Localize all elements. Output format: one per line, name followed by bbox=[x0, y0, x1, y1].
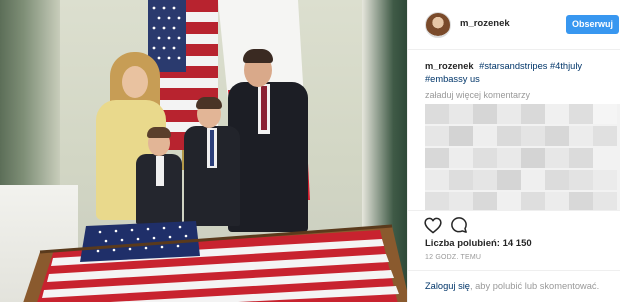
hashtag-link[interactable]: #4thjuly bbox=[550, 61, 582, 71]
load-more-comments-link[interactable]: załaduj więcej komentarzy bbox=[425, 90, 530, 100]
caption-username[interactable]: m_rozenek bbox=[425, 61, 474, 71]
login-prompt-text: , aby polubić lub skomentować. bbox=[469, 281, 600, 291]
follow-button[interactable]: Obserwuj bbox=[566, 15, 619, 34]
post-timestamp[interactable]: 12 GODZ. TEMU bbox=[425, 254, 481, 261]
hashtag-link[interactable]: #starsandstripes bbox=[479, 61, 547, 71]
post-footer: Zaloguj się, aby polubić lub skomentować… bbox=[408, 270, 620, 302]
hashtag-link[interactable]: #embassy us bbox=[425, 74, 480, 84]
comment-icon[interactable] bbox=[450, 216, 468, 234]
login-prompt: Zaloguj się, aby polubić lub skomentować… bbox=[425, 281, 599, 291]
flag-cake-graphic bbox=[23, 221, 407, 302]
post-actions-bar bbox=[408, 210, 620, 238]
post-details-panel: m_rozenek Obserwuj m_rozenek #starsandst… bbox=[407, 0, 620, 302]
post-caption: m_rozenek #starsandstripes #4thjuly #emb… bbox=[425, 60, 615, 86]
heart-icon[interactable] bbox=[424, 217, 442, 234]
blurred-comments-area bbox=[425, 104, 620, 210]
post-header: m_rozenek Obserwuj bbox=[408, 0, 620, 50]
author-username[interactable]: m_rozenek bbox=[460, 18, 510, 29]
post-photo[interactable] bbox=[0, 0, 407, 302]
login-link[interactable]: Zaloguj się bbox=[425, 281, 470, 291]
likes-count[interactable]: Liczba polubień: 14 150 bbox=[425, 238, 532, 249]
avatar[interactable] bbox=[425, 12, 451, 38]
